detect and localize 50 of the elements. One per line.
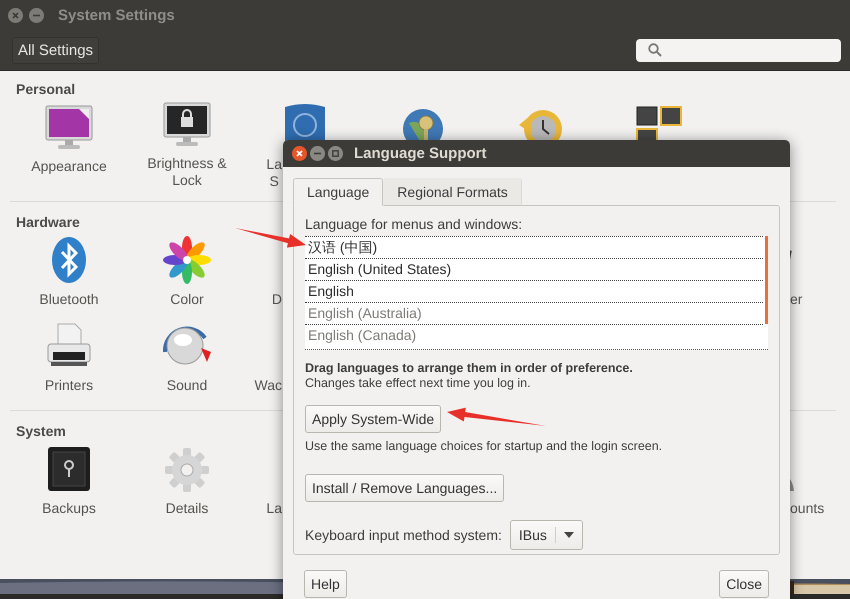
tab[interactable]: Language [293,178,384,206]
tab[interactable]: Regional Formats [383,178,522,206]
help-button[interactable]: Help [304,570,347,598]
list-label: Language for menus and windows: [305,216,522,234]
close-button[interactable]: Close [719,570,769,598]
language-row[interactable]: English (United States) [305,258,763,280]
section-heading: Hardware [15,213,81,232]
scrollbar-thumb[interactable] [765,236,768,324]
maximize-icon[interactable] [328,146,343,161]
settings-item-label[interactable]: Printers [44,377,94,394]
settings-item-label[interactable]: Color [170,291,204,308]
settings-item-label[interactable]: Wac [254,377,282,394]
settings-item-label[interactable]: Sound [166,377,208,394]
settings-item-label[interactable]: Bluetooth [39,291,99,308]
settings-item-label[interactable]: D [272,291,282,308]
settings-item-label[interactable]: Details [166,500,208,517]
drag-hint: Drag languages to arrange them in order of preference. [305,360,633,376]
dialog-title: Language Support [354,145,486,162]
monitor-icon [45,105,93,151]
all-settings-button[interactable]: All Settings [12,36,100,64]
settings-item-label[interactable]: La S [266,156,282,190]
settings-item-label[interactable]: er [790,291,802,308]
flower-icon [163,236,211,284]
language-row[interactable]: 汉语 (中国) [305,236,763,258]
restart-note: Changes take effect next time you log in. [305,376,531,392]
install-languages-button[interactable]: Install / Remove Languages... [305,474,504,502]
locked-monitor-icon [163,102,211,148]
search-field[interactable] [636,38,841,62]
language-row[interactable]: English [305,280,763,302]
input-method-label: Keyboard input method system: [305,526,502,544]
apply-note: Use the same language choices for startup and the login screen. [305,438,662,454]
settings-item-label[interactable]: Appearance [31,158,107,175]
close-icon[interactable] [292,146,307,161]
input-method-dropdown[interactable]: IBus [510,520,583,550]
section-heading: Personal [15,80,76,99]
safe-icon [46,445,92,493]
bluetooth-icon [51,236,87,284]
language-row[interactable]: English (Canada) [305,324,763,346]
settings-item-label[interactable]: La [266,500,282,517]
window-title: System Settings [58,6,175,24]
settings-item-label[interactable]: Brightness & Lock [147,155,227,189]
gear-icon [164,447,210,493]
section-heading: System [15,422,67,441]
search-icon [648,43,662,57]
apply-system-wide-button[interactable]: Apply System-Wide [305,404,442,433]
settings-item-label[interactable]: Backups [42,500,96,517]
minimize-icon[interactable] [29,8,44,22]
language-row[interactable]: English (Australia) [305,302,763,324]
arrow-annotation [235,228,306,248]
settings-item-label[interactable]: ounts [790,500,824,517]
